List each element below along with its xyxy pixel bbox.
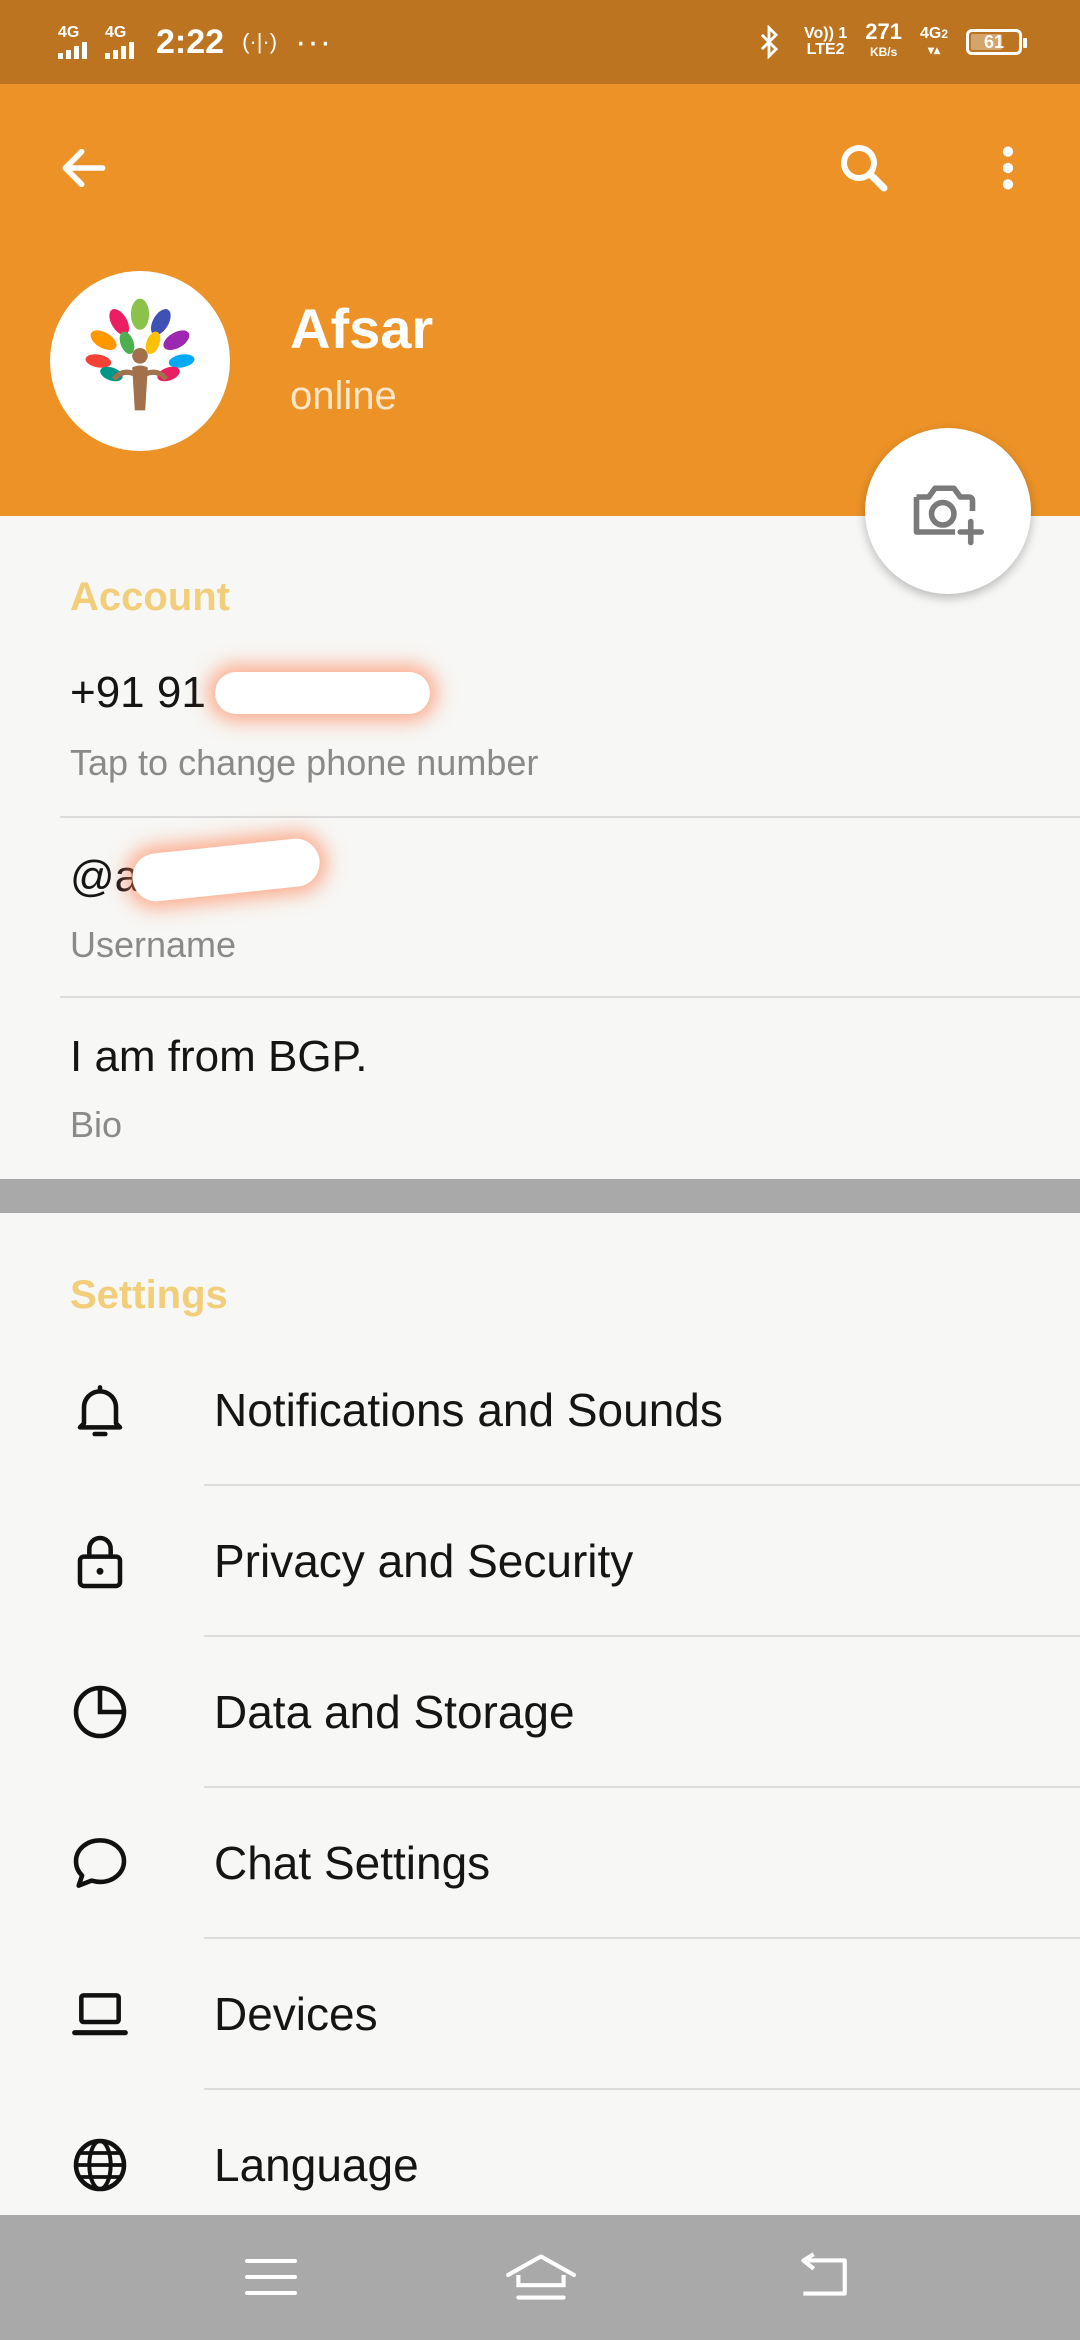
- lock-icon: [77, 1535, 123, 1589]
- account-section-title: Account: [70, 575, 230, 619]
- username-value: @a: [70, 852, 140, 901]
- divider: [204, 1635, 1080, 1637]
- signal-bars-icon: [58, 41, 87, 59]
- volte-indicator: Vo)) 1 LTE2: [804, 26, 847, 58]
- back-button[interactable]: [42, 126, 126, 210]
- volte-bottom: LTE2: [806, 41, 845, 58]
- chat-bubble-icon: [73, 1838, 127, 1888]
- search-icon: [841, 145, 888, 192]
- settings-item-label: Privacy and Security: [214, 1535, 634, 1587]
- bio-value: I am from BGP.: [70, 1032, 368, 1081]
- hotspot-icon: (·|·): [242, 29, 278, 54]
- network-type-2: 4G: [105, 24, 127, 41]
- settings-item-label: Data and Storage: [214, 1686, 575, 1738]
- set-photo-button[interactable]: [865, 428, 1031, 594]
- network-sub: 2: [941, 27, 948, 41]
- pie-chart-icon: [73, 1685, 127, 1739]
- network-speed: 271 KB/s: [865, 19, 902, 62]
- divider: [204, 1937, 1080, 1939]
- section-separator: [0, 1179, 1080, 1213]
- speed-unit: KB/s: [869, 45, 898, 59]
- clock: 2:22: [156, 22, 225, 61]
- profile-name: Afsar: [290, 297, 434, 360]
- battery-icon: 61: [966, 29, 1027, 55]
- system-nav-bar: [0, 2215, 1080, 2340]
- profile-status: online: [290, 374, 397, 418]
- tree-logo-icon: [85, 298, 195, 411]
- network-3: 4G2 ▾▴: [920, 26, 948, 58]
- recent-apps-icon: [245, 2259, 297, 2295]
- divider: [204, 1786, 1080, 1788]
- settings-item-label: Language: [214, 2139, 419, 2191]
- back-nav-button[interactable]: [762, 2235, 882, 2319]
- more-vertical-icon: [1002, 146, 1014, 190]
- home-button[interactable]: [481, 2235, 601, 2319]
- settings-item-label: Notifications and Sounds: [214, 1384, 723, 1436]
- divider: [60, 816, 1080, 818]
- phone-hint: Tap to change phone number: [70, 742, 539, 783]
- phone-number: +91 91: [70, 668, 206, 717]
- laptop-icon: [72, 1993, 128, 2036]
- volte-top: Vo)) 1: [803, 25, 848, 42]
- network-type-3: 4G: [919, 25, 942, 42]
- settings-item-label: Chat Settings: [214, 1837, 491, 1889]
- settings-section-title: Settings: [70, 1273, 228, 1317]
- search-button[interactable]: [822, 126, 906, 210]
- back-arrow-icon: [62, 148, 106, 188]
- bluetooth-icon: [760, 25, 779, 59]
- speed-value: 271: [865, 19, 902, 44]
- divider: [60, 996, 1080, 998]
- avatar[interactable]: [50, 271, 230, 451]
- home-icon: [506, 2254, 576, 2300]
- data-arrows-icon: ▾▴: [927, 43, 940, 57]
- bio-hint: Bio: [70, 1104, 123, 1145]
- status-bar-right: Vo)) 1 LTE2 271 KB/s 4G2 ▾▴ 61: [752, 0, 1027, 84]
- more-options-button[interactable]: [966, 126, 1050, 210]
- signal-2: 4G: [105, 25, 134, 59]
- username-hint: Username: [70, 924, 237, 965]
- bell-icon: [77, 1385, 123, 1437]
- settings-item-label: Devices: [214, 1988, 378, 2040]
- status-bar: 4G 4G 2:22 (·|·) ··· Vo)) 1 LTE2 271 KB/…: [0, 0, 1080, 84]
- camera-add-icon: [913, 485, 985, 546]
- phone-redaction: [215, 672, 430, 714]
- recent-apps-button[interactable]: [211, 2235, 331, 2319]
- back-nav-icon: [801, 2252, 847, 2296]
- username-redaction: [130, 836, 322, 904]
- status-bar-left: 4G 4G 2:22 (·|·) ···: [58, 0, 332, 84]
- signal-1: 4G: [58, 25, 87, 59]
- more-notifications-icon: ···: [295, 22, 333, 61]
- divider: [204, 1484, 1080, 1486]
- battery-level: 61: [983, 31, 1005, 52]
- divider: [204, 2088, 1080, 2090]
- network-type-1: 4G: [58, 24, 80, 41]
- signal-bars-icon: [105, 41, 134, 59]
- globe-icon: [73, 2138, 127, 2192]
